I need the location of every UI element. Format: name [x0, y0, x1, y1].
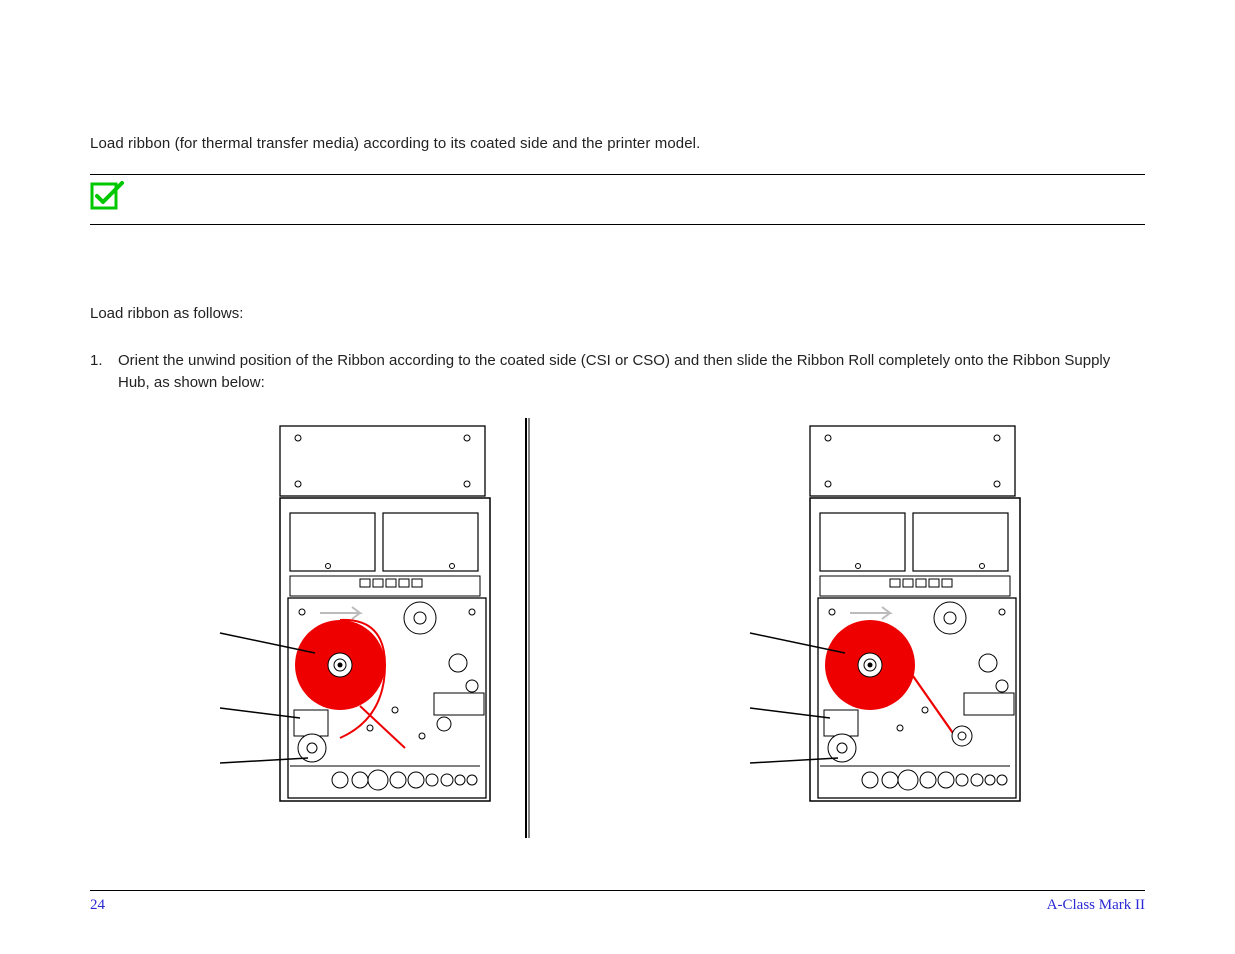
- footer-model: A-Class Mark II: [1047, 897, 1145, 914]
- page-footer: 24 A-Class Mark II: [90, 890, 1145, 914]
- figure-csi: [210, 418, 530, 843]
- lead-text: Load ribbon as follows:: [90, 305, 1145, 322]
- page-number: 24: [90, 897, 105, 914]
- figure-cso: [740, 418, 1050, 843]
- note-box: [90, 174, 1145, 225]
- step-1-number: 1.: [90, 350, 118, 372]
- step-1: 1.Orient the unwind position of the Ribb…: [90, 350, 1145, 394]
- step-1-body: Orient the unwind position of the Ribbon…: [118, 352, 1110, 391]
- intro-paragraph: Load ribbon (for thermal transfer media)…: [90, 135, 1145, 152]
- check-icon: [90, 181, 124, 216]
